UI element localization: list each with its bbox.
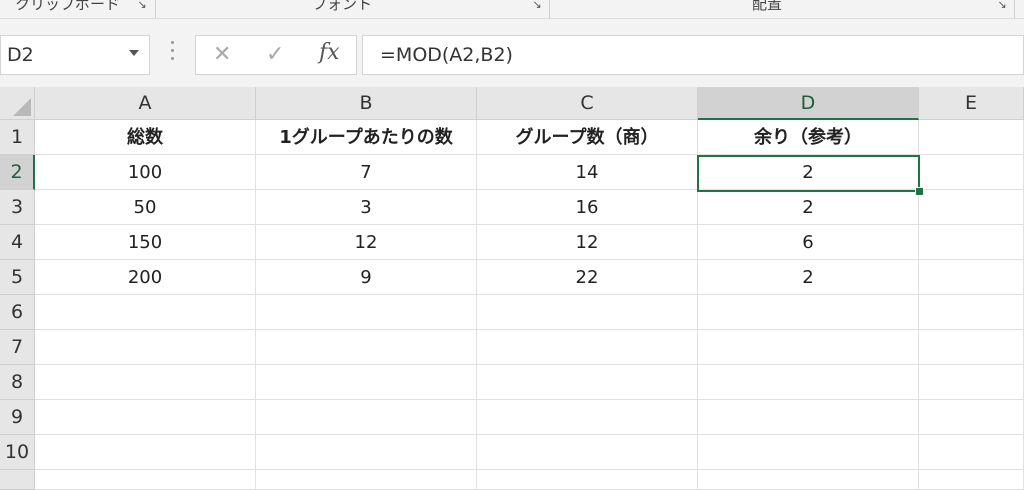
empty-cell[interactable]: [477, 365, 698, 400]
cell-a4[interactable]: 150: [35, 225, 256, 260]
cell-c2[interactable]: 14: [477, 155, 698, 190]
ribbon-group-clipboard-label: クリップボード: [15, 0, 121, 13]
column-header-a[interactable]: A: [35, 87, 256, 120]
empty-cell[interactable]: [919, 365, 1024, 400]
empty-cell[interactable]: [698, 365, 919, 400]
cell-b2[interactable]: 7: [256, 155, 477, 190]
row-header-3[interactable]: 3: [0, 190, 35, 225]
name-box-value: D2: [7, 44, 34, 66]
cell-d2[interactable]: 2: [698, 155, 919, 190]
empty-cell[interactable]: [256, 365, 477, 400]
empty-cell[interactable]: [256, 400, 477, 435]
cell-c1[interactable]: グループ数（商）: [477, 120, 698, 155]
row-header-9[interactable]: 9: [0, 400, 35, 435]
ribbon-separator: [1014, 0, 1015, 18]
empty-cell[interactable]: [35, 330, 256, 365]
empty-cell[interactable]: [256, 295, 477, 330]
alignment-dialog-launcher-icon[interactable]: ↘: [996, 0, 1008, 11]
cell-b5[interactable]: 9: [256, 260, 477, 295]
row-header-7[interactable]: 7: [0, 330, 35, 365]
ribbon-group-font-label: フォント: [312, 0, 373, 13]
ribbon-separator: [155, 0, 156, 18]
empty-cell[interactable]: [919, 330, 1024, 365]
empty-cell[interactable]: [256, 435, 477, 470]
row-header-5[interactable]: 5: [0, 260, 35, 295]
cell-b1[interactable]: 1グループあたりの数: [256, 120, 477, 155]
empty-cell[interactable]: [919, 470, 1024, 490]
insert-function-icon[interactable]: fx: [319, 40, 340, 65]
cell-c5[interactable]: 22: [477, 260, 698, 295]
empty-cell[interactable]: [477, 400, 698, 435]
ribbon-group-labels: クリップボード ↘ フォント ↘ 配置 ↘: [0, 0, 1024, 19]
cell-a3[interactable]: 50: [35, 190, 256, 225]
cell-d3[interactable]: 2: [698, 190, 919, 225]
cancel-icon[interactable]: ✕: [213, 42, 231, 67]
empty-cell[interactable]: [256, 470, 477, 490]
name-box[interactable]: D2: [0, 35, 150, 75]
empty-cell[interactable]: [35, 435, 256, 470]
formula-input[interactable]: =MOD(A2,B2): [362, 35, 1024, 75]
cell-e3[interactable]: [919, 190, 1024, 225]
empty-cell[interactable]: [256, 330, 477, 365]
row-header-2[interactable]: 2: [0, 155, 35, 190]
enter-icon[interactable]: ✓: [266, 42, 284, 67]
row-header-8[interactable]: 8: [0, 365, 35, 400]
empty-cell[interactable]: [698, 470, 919, 490]
cell-e4[interactable]: [919, 225, 1024, 260]
cell-a1[interactable]: 総数: [35, 120, 256, 155]
cell-a2[interactable]: 100: [35, 155, 256, 190]
column-header-b[interactable]: B: [256, 87, 477, 120]
cell-d4[interactable]: 6: [698, 225, 919, 260]
empty-cell[interactable]: [477, 470, 698, 490]
empty-cell[interactable]: [477, 435, 698, 470]
cell-e2[interactable]: [919, 155, 1024, 190]
formula-text: =MOD(A2,B2): [380, 44, 513, 66]
empty-cell[interactable]: [698, 435, 919, 470]
ribbon-group-alignment-label: 配置: [752, 0, 783, 13]
row-header-1[interactable]: 1: [0, 120, 35, 155]
empty-cell[interactable]: [35, 470, 256, 490]
cell-e1[interactable]: [919, 120, 1024, 155]
empty-cell[interactable]: [698, 330, 919, 365]
cell-b4[interactable]: 12: [256, 225, 477, 260]
empty-cell[interactable]: [35, 400, 256, 435]
empty-cell[interactable]: [919, 295, 1024, 330]
column-header-c[interactable]: C: [477, 87, 698, 120]
ribbon-separator: [549, 0, 550, 18]
worksheet-grid[interactable]: A B C D E 1 2 3 4 5 6 7 8 9 10 総数 1グループあ…: [0, 87, 1024, 490]
cell-c4[interactable]: 12: [477, 225, 698, 260]
row-header-10[interactable]: 10: [0, 435, 35, 470]
formula-bar: D2 ✕ ✓ fx =MOD(A2,B2): [0, 19, 1024, 87]
drag-handle-icon[interactable]: [170, 41, 176, 65]
cell-e5[interactable]: [919, 260, 1024, 295]
chevron-down-icon[interactable]: [129, 50, 139, 56]
empty-cell[interactable]: [919, 435, 1024, 470]
empty-cell[interactable]: [477, 330, 698, 365]
column-header-d[interactable]: D: [698, 87, 919, 120]
empty-cell[interactable]: [919, 400, 1024, 435]
cell-b3[interactable]: 3: [256, 190, 477, 225]
row-header-6[interactable]: 6: [0, 295, 35, 330]
cell-d5[interactable]: 2: [698, 260, 919, 295]
empty-cell[interactable]: [35, 295, 256, 330]
font-dialog-launcher-icon[interactable]: ↘: [531, 0, 543, 11]
cell-d1[interactable]: 余り（参考）: [698, 120, 919, 155]
cell-c3[interactable]: 16: [477, 190, 698, 225]
row-header-4[interactable]: 4: [0, 225, 35, 260]
select-all-button[interactable]: [0, 87, 35, 120]
clipboard-dialog-launcher-icon[interactable]: ↘: [136, 0, 148, 11]
formula-buttons: ✕ ✓ fx: [195, 35, 357, 75]
fill-handle[interactable]: [915, 187, 924, 196]
empty-cell[interactable]: [477, 295, 698, 330]
empty-cell[interactable]: [698, 400, 919, 435]
empty-cell[interactable]: [35, 365, 256, 400]
empty-cell[interactable]: [698, 295, 919, 330]
cell-a5[interactable]: 200: [35, 260, 256, 295]
row-header-11[interactable]: [0, 470, 35, 490]
column-header-e[interactable]: E: [919, 87, 1024, 120]
